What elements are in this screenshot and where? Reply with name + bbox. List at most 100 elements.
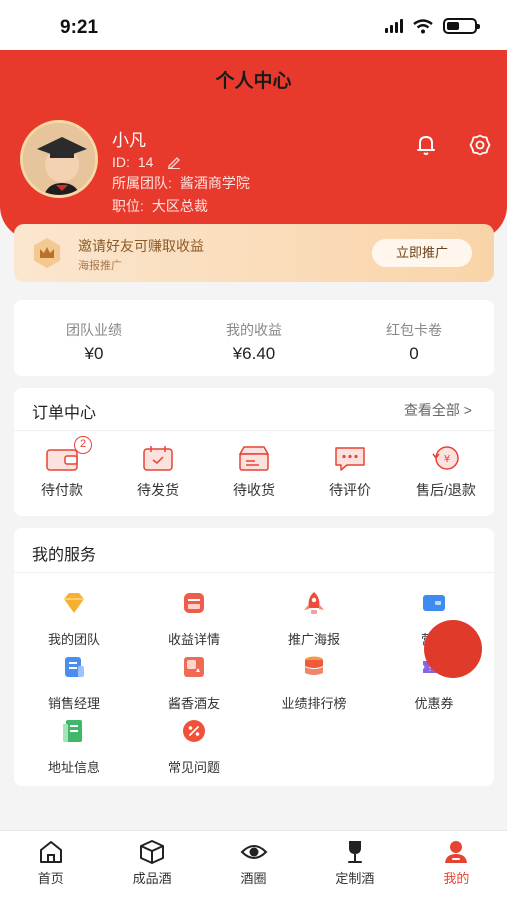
pending-count-badge: 2: [74, 436, 92, 454]
order-pending-review[interactable]: 待评价: [302, 444, 398, 500]
tab-label: 定制酒: [335, 871, 375, 886]
stat-label: 团队业绩: [66, 322, 122, 338]
stat-value: ¥6.40: [232, 344, 276, 363]
order-item-label: 待收货: [233, 482, 275, 498]
service-address-info[interactable]: 地址信息: [14, 716, 134, 780]
service-label: 收益详情: [167, 632, 220, 647]
service-sauce-wine-friends[interactable]: 酱香酒友: [134, 652, 254, 716]
manager-icon: [65, 657, 84, 677]
service-label: 地址信息: [47, 760, 100, 775]
service-sales-manager[interactable]: 销售经理: [14, 652, 134, 716]
service-label: 推广海报: [287, 632, 340, 647]
wifi-icon: [413, 18, 433, 33]
svg-text:¥: ¥: [444, 454, 450, 465]
see-all-orders-link[interactable]: 查看全部 >: [404, 400, 472, 420]
wine-glass-icon: [347, 841, 362, 863]
floating-action-button[interactable]: [424, 620, 482, 678]
service-label: 常见问题: [167, 760, 220, 775]
team-label: 所属团队:: [112, 175, 172, 191]
cube-icon: [140, 840, 165, 864]
stat-red-packet-cards[interactable]: 红包卡卷 0: [334, 300, 494, 376]
invite-subtitle: 海报推广: [78, 260, 122, 272]
order-item-label: 待评价: [329, 482, 371, 498]
profile-info: 小凡 ID: 14 所属团队: 酱酒商学院 职位: 大区总裁: [112, 126, 250, 216]
status-time: 9:21: [60, 17, 99, 38]
order-item-label: 待发货: [137, 482, 179, 498]
user-icon: [445, 841, 468, 863]
refund-icon: ¥: [432, 446, 459, 470]
tab-mine[interactable]: 我的: [406, 831, 507, 900]
crown-icon: [34, 238, 60, 268]
service-label: 销售经理: [47, 696, 100, 711]
service-promo-poster[interactable]: 推广海报: [254, 588, 374, 652]
stat-my-earnings[interactable]: 我的收益 ¥6.40: [174, 300, 334, 376]
tab-label: 酒圈: [240, 871, 267, 886]
ranking-icon: [305, 656, 323, 675]
tab-custom-liquor[interactable]: 定制酒: [304, 831, 405, 900]
stat-label: 红包卡卷: [386, 322, 442, 338]
order-pending-receipt[interactable]: 待收货: [206, 444, 302, 500]
tab-wine-circle[interactable]: 酒圈: [203, 831, 304, 900]
stat-label: 我的收益: [226, 322, 282, 338]
order-center-card: 订单中心 查看全部 > 2 待付款 待发货 待收货 待评价 ¥ 售后/退款: [14, 388, 494, 516]
invite-title: 邀请好友可赚取收益: [78, 238, 204, 254]
stats-card: 团队业绩 ¥0 我的收益 ¥6.40 红包卡卷 0: [14, 300, 494, 376]
order-after-sales[interactable]: ¥ 售后/退款: [398, 444, 494, 500]
user-name: 小凡: [112, 131, 146, 150]
user-id-value: 14: [137, 154, 154, 170]
tab-home[interactable]: 首页: [0, 831, 101, 900]
service-faq[interactable]: 常见问题: [134, 716, 254, 780]
order-pending-shipment[interactable]: 待发货: [110, 444, 206, 500]
gear-icon[interactable]: [468, 133, 492, 157]
user-id-label: ID:: [112, 154, 130, 170]
my-services-card: 我的服务 我的团队 收益详情 推广海报 销售经理 酱香酒友 业绩排行榜 优惠券 …: [14, 528, 494, 786]
divider: [14, 430, 494, 431]
tab-label: 首页: [37, 871, 64, 886]
position-value: 大区总裁: [151, 198, 208, 214]
order-pending-payment[interactable]: 2 待付款: [14, 436, 110, 500]
team-value: 酱酒商学院: [179, 175, 250, 191]
income-icon: [184, 593, 204, 613]
bell-icon[interactable]: [414, 133, 438, 157]
invite-banner[interactable]: 邀请好友可赚取收益 海报推广 立即推广: [14, 224, 494, 282]
tab-finished-liquor[interactable]: 成品酒: [101, 831, 202, 900]
eye-icon: [240, 845, 267, 859]
friend-icon: [184, 657, 204, 677]
service-label: 我的团队: [47, 632, 100, 647]
page-title: 个人中心: [215, 71, 292, 92]
bottom-tab-bar: 首页 成品酒 酒圈 定制酒 我的: [0, 830, 507, 900]
tab-label: 我的: [443, 871, 470, 886]
stat-value: 0: [409, 344, 419, 363]
comment-icon: [335, 447, 365, 471]
service-label: 优惠券: [414, 696, 454, 711]
stat-team-performance[interactable]: 团队业绩 ¥0: [14, 300, 174, 376]
order-center-title: 订单中心: [32, 405, 97, 422]
my-services-title: 我的服务: [32, 547, 97, 564]
service-ranking[interactable]: 业绩排行榜: [254, 652, 374, 716]
divider: [14, 572, 494, 573]
order-item-label: 待付款: [41, 482, 83, 498]
avatar[interactable]: [20, 120, 98, 198]
status-bar: 9:21: [0, 0, 507, 50]
rocket-icon: [304, 592, 324, 614]
delivery-box-icon: [238, 446, 270, 471]
order-item-label: 售后/退款: [416, 482, 476, 498]
service-label: 业绩排行榜: [281, 696, 347, 711]
calendar-box-icon: [143, 446, 173, 471]
service-my-team[interactable]: 我的团队: [14, 588, 134, 652]
tab-label: 成品酒: [132, 871, 172, 886]
position-label: 职位:: [112, 198, 144, 214]
signal-icon: [385, 19, 403, 33]
battery-icon: [443, 18, 480, 34]
card-icon: [423, 595, 445, 611]
service-label: 酱香酒友: [167, 696, 220, 711]
diamond-icon: [64, 593, 84, 613]
service-income-details[interactable]: 收益详情: [134, 588, 254, 652]
status-icons: [385, 18, 480, 34]
promote-now-button[interactable]: 立即推广: [372, 239, 472, 267]
stat-value: ¥0: [84, 344, 104, 363]
edit-icon[interactable]: [167, 155, 181, 169]
faq-icon: [183, 720, 205, 742]
home-icon: [39, 841, 62, 863]
address-icon: [63, 720, 82, 742]
